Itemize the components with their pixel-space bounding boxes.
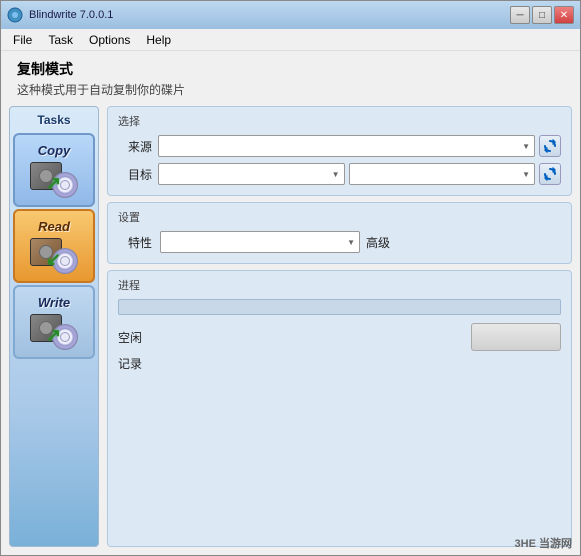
source-refresh-button[interactable] xyxy=(539,135,561,157)
menu-options[interactable]: Options xyxy=(81,31,138,49)
watermark: 3HE 当游网 xyxy=(515,535,572,551)
target-row: 目标 xyxy=(118,163,561,185)
maximize-button[interactable]: □ xyxy=(532,6,552,24)
log-row: 记录 xyxy=(118,355,561,372)
target-select-wrapper xyxy=(158,163,561,185)
progress-action-button[interactable] xyxy=(471,323,561,351)
source-select[interactable] xyxy=(158,135,535,157)
task-read-button[interactable]: Read ↙ xyxy=(13,209,95,283)
write-task-icon: ↗ xyxy=(30,314,78,350)
selection-legend: 选择 xyxy=(118,113,561,129)
source-select-wrapper xyxy=(158,135,561,157)
menu-bar: File Task Options Help xyxy=(1,29,580,51)
target-select-main[interactable] xyxy=(158,163,345,185)
task-read-label: Read xyxy=(38,219,70,234)
progress-section: 进程 空闲 记录 xyxy=(107,270,572,547)
task-write-label: Write xyxy=(38,295,70,310)
title-bar: Blindwrite 7.0.0.1 ─ □ ✕ xyxy=(1,1,580,29)
property-select-wrapper: 高级 xyxy=(160,231,390,253)
task-copy-button[interactable]: Copy ↗ xyxy=(13,133,95,207)
arrow-down-icon: ↙ xyxy=(46,249,61,270)
title-buttons: ─ □ ✕ xyxy=(510,6,574,24)
main-window: Blindwrite 7.0.0.1 ─ □ ✕ File Task Optio… xyxy=(0,0,581,556)
target-refresh-button[interactable] xyxy=(539,163,561,185)
task-copy-label: Copy xyxy=(38,143,71,158)
window-title: Blindwrite 7.0.0.1 xyxy=(29,9,113,21)
progress-bar-container xyxy=(118,299,561,315)
page-header: 复制模式 这种模式用于自动复制你的碟片 xyxy=(1,51,580,102)
target-label: 目标 xyxy=(118,166,152,183)
minimize-button[interactable]: ─ xyxy=(510,6,530,24)
selection-section: 选择 来源 xyxy=(107,106,572,196)
task-write-button[interactable]: Write ↗ xyxy=(13,285,95,359)
sidebar-title: Tasks xyxy=(37,113,70,127)
page-subtitle: 这种模式用于自动复制你的碟片 xyxy=(17,81,564,98)
refresh-icon xyxy=(543,139,557,153)
right-panel: 选择 来源 xyxy=(107,106,572,547)
main-content: Tasks Copy ↗ Read ↙ xyxy=(1,102,580,555)
title-bar-left: Blindwrite 7.0.0.1 xyxy=(7,7,113,23)
menu-task[interactable]: Task xyxy=(40,31,81,49)
sidebar: Tasks Copy ↗ Read ↙ xyxy=(9,106,99,547)
settings-row: 特性 高级 xyxy=(118,231,561,253)
arrow-up-icon: ↗ xyxy=(46,325,61,346)
read-task-icon: ↙ xyxy=(30,238,78,274)
property-select[interactable] xyxy=(160,231,360,253)
source-label: 来源 xyxy=(118,138,152,155)
app-icon xyxy=(7,7,23,23)
settings-section: 设置 特性 高级 xyxy=(107,202,572,264)
page-title: 复制模式 xyxy=(17,59,564,79)
window-body: 复制模式 这种模式用于自动复制你的碟片 Tasks Copy ↗ xyxy=(1,51,580,555)
log-label: 记录 xyxy=(118,355,146,372)
advanced-label: 高级 xyxy=(366,234,390,251)
progress-legend: 进程 xyxy=(118,277,561,293)
copy-task-icon: ↗ xyxy=(30,162,78,198)
arrow-right-icon: ↗ xyxy=(46,173,61,194)
menu-help[interactable]: Help xyxy=(138,31,179,49)
refresh-icon-target xyxy=(543,167,557,181)
source-row: 来源 xyxy=(118,135,561,157)
target-select-secondary[interactable] xyxy=(349,163,536,185)
close-button[interactable]: ✕ xyxy=(554,6,574,24)
property-label: 特性 xyxy=(118,234,152,251)
progress-info-row: 空闲 xyxy=(118,323,561,351)
idle-label: 空闲 xyxy=(118,329,146,346)
settings-legend: 设置 xyxy=(118,209,561,225)
menu-file[interactable]: File xyxy=(5,31,40,49)
